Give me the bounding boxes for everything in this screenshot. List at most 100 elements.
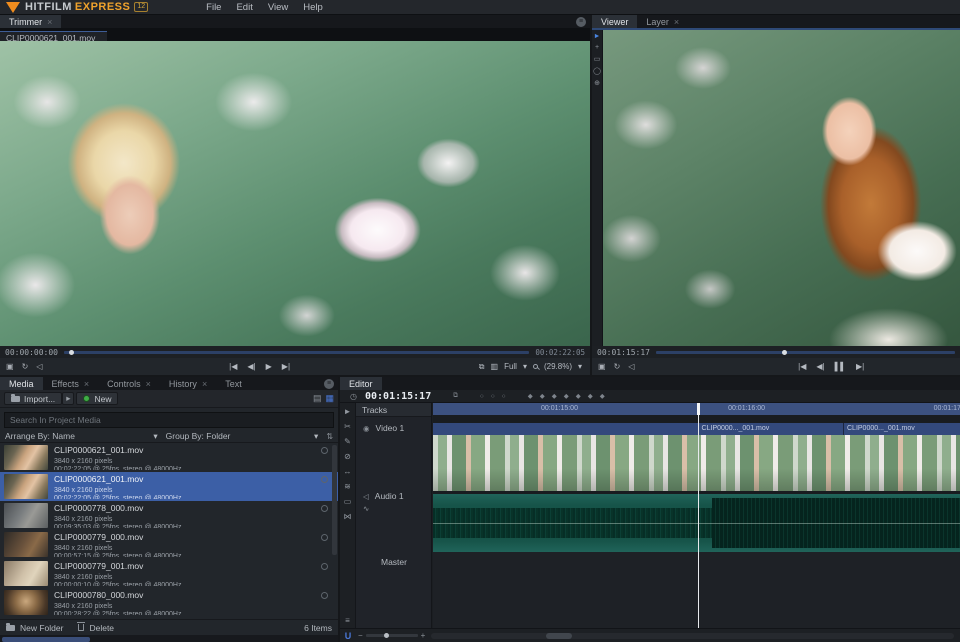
tab-viewer[interactable]: Viewer <box>592 15 637 28</box>
step-back-button[interactable]: ◀| <box>247 362 255 371</box>
list-view-icon[interactable]: ▤ <box>313 393 322 404</box>
editor-toggle-icon[interactable]: ○ <box>480 393 484 400</box>
pen-tool-icon[interactable]: ✎ <box>344 437 351 446</box>
master-track-header[interactable]: Master <box>356 557 431 567</box>
ellipse-mask-tool-icon[interactable]: ◯ <box>593 67 601 75</box>
group-by-dropdown[interactable]: Group By: Folder ▾ <box>166 431 327 442</box>
add-tool-icon[interactable]: + <box>595 44 599 51</box>
panel-menu-icon[interactable]: ≡ <box>324 379 334 389</box>
speaker-icon[interactable]: ◁ <box>363 492 369 501</box>
zoom-level-dropdown[interactable]: (29.8%) <box>544 362 572 371</box>
snapping-icon[interactable]: ⧉ <box>453 392 458 400</box>
tab-layer[interactable]: Layer × <box>637 15 688 28</box>
editor-tool-toggle-icon[interactable]: ◆ <box>528 392 533 400</box>
close-icon[interactable]: × <box>674 17 679 27</box>
timeline-options-icon[interactable]: ≡ <box>345 616 350 625</box>
select-tool-icon[interactable]: ► <box>594 33 601 40</box>
media-hscroll-thumb[interactable] <box>2 637 90 642</box>
slip-tool-icon[interactable]: ⊘ <box>344 452 351 461</box>
chevron-down-icon[interactable]: ▾ <box>578 362 582 371</box>
timeline-hscrollbar[interactable] <box>431 633 954 639</box>
editor-timecode[interactable]: 00:01:15:17 <box>365 391 431 402</box>
menu-view[interactable]: View <box>268 2 288 13</box>
units-toggle[interactable]: U <box>340 631 356 641</box>
step-forward-button[interactable]: ▶| <box>856 362 864 371</box>
clip-status-icon[interactable] <box>321 476 328 483</box>
clip-status-icon[interactable] <box>321 534 328 541</box>
media-row[interactable]: CLIP0000778_000.mov 3840 x 2160 pixels 0… <box>0 501 338 530</box>
zoom-slider-knob[interactable] <box>384 633 389 638</box>
audio-clip-waveform[interactable] <box>433 494 960 552</box>
go-to-start-button[interactable]: |◀ <box>229 362 237 371</box>
close-icon[interactable]: × <box>146 379 151 389</box>
timeline-playhead[interactable] <box>698 403 699 628</box>
editor-tool-toggle-icon[interactable]: ◆ <box>576 392 581 400</box>
new-button[interactable]: New <box>76 392 118 405</box>
trimmer-scrub-line[interactable] <box>64 351 529 354</box>
rect-mask-tool-icon[interactable]: ▭ <box>594 55 601 63</box>
editor-tool-toggle-icon[interactable]: ◆ <box>600 392 605 400</box>
menu-edit[interactable]: Edit <box>236 2 252 13</box>
loop-playback-icon[interactable]: ↻ <box>22 362 29 371</box>
editor-tool-toggle-icon[interactable]: ◆ <box>540 392 545 400</box>
media-row-selected[interactable]: CLIP0000621_001.mov 3840 x 2160 pixels 0… <box>0 472 338 501</box>
zoom-out-icon[interactable]: − <box>358 631 363 640</box>
editor-tool-toggle-icon[interactable]: ◆ <box>588 392 593 400</box>
quality-icon[interactable]: ▥ <box>491 362 499 371</box>
go-to-start-button[interactable]: |◀ <box>798 362 806 371</box>
audio-track-header[interactable]: ◁ Audio 1 <box>356 491 431 501</box>
chevron-down-icon[interactable]: ▾ <box>523 362 527 371</box>
close-icon[interactable]: × <box>202 379 207 389</box>
media-row[interactable]: CLIP0000779_001.mov 3840 x 2160 pixels 0… <box>0 559 338 588</box>
media-row[interactable]: CLIP0000779_000.mov 3840 x 2160 pixels 0… <box>0 530 338 559</box>
clip-status-icon[interactable] <box>321 505 328 512</box>
timeline-hscroll-thumb[interactable] <box>546 633 572 639</box>
tab-trimmer[interactable]: Trimmer × <box>0 15 61 28</box>
select-tool-icon[interactable]: ► <box>344 407 352 416</box>
panel-menu-icon[interactable]: ≡ <box>576 17 586 27</box>
import-button[interactable]: Import... <box>4 392 62 405</box>
video-track-header[interactable]: ◉ Video 1 <box>356 423 431 433</box>
video-clip-filmstrip[interactable] <box>433 435 960 491</box>
clip-status-icon[interactable] <box>321 447 328 454</box>
mute-audio-icon[interactable]: ◁ <box>36 362 42 371</box>
trimmer-playhead-handle[interactable] <box>69 350 74 355</box>
tab-editor[interactable]: Editor <box>340 377 382 390</box>
pause-button[interactable]: ▌▌ <box>835 362 846 371</box>
sort-direction-icon[interactable]: ⇅ <box>326 432 333 441</box>
close-icon[interactable]: × <box>84 379 89 389</box>
rolling-edit-tool-icon[interactable]: ⋈ <box>344 512 352 521</box>
overlay-grid-icon[interactable]: ⧉ <box>479 362 485 372</box>
mute-audio-icon[interactable]: ◁ <box>628 362 634 371</box>
import-dropdown-button[interactable]: ▸ <box>62 392 74 405</box>
media-row[interactable]: CLIP0000621_001.mov 3840 x 2160 pixels 0… <box>0 443 338 472</box>
target-tool-icon[interactable]: ⊕ <box>594 79 600 87</box>
zoom-slider[interactable] <box>366 634 418 637</box>
ripple-tool-icon[interactable]: ≋ <box>344 482 351 491</box>
fit-dropdown[interactable]: Full <box>504 362 517 371</box>
rate-stretch-tool-icon[interactable]: ▭ <box>344 497 352 506</box>
clip-status-icon[interactable] <box>321 592 328 599</box>
editor-tool-toggle-icon[interactable]: ◆ <box>564 392 569 400</box>
slide-tool-icon[interactable]: ↔ <box>344 467 352 476</box>
tab-text[interactable]: Text <box>216 377 251 390</box>
grid-view-icon[interactable]: ▦ <box>325 393 334 404</box>
tab-history[interactable]: History × <box>160 377 216 390</box>
delete-button[interactable]: Delete <box>89 623 114 633</box>
viewer-playhead-handle[interactable] <box>782 350 787 355</box>
tab-effects[interactable]: Effects × <box>43 377 99 390</box>
step-forward-button[interactable]: ▶| <box>282 362 290 371</box>
tab-media[interactable]: Media <box>0 377 43 390</box>
search-input[interactable] <box>4 412 334 428</box>
zoom-in-icon[interactable]: + <box>421 631 426 640</box>
media-hscrollbar[interactable] <box>0 635 338 642</box>
media-row[interactable]: CLIP0000780_000.mov 3840 x 2160 pixels 0… <box>0 588 338 617</box>
step-back-button[interactable]: ◀| <box>816 362 824 371</box>
editor-toggle-icon[interactable]: ○ <box>491 393 495 400</box>
editor-tool-toggle-icon[interactable]: ◆ <box>552 392 557 400</box>
video-clip-bar[interactable]: CLIP0000..._001.mov CLIP0000..._001.mov <box>433 423 960 435</box>
clip-status-icon[interactable] <box>321 563 328 570</box>
media-scrollbar[interactable] <box>332 445 337 555</box>
export-frame-icon[interactable]: ▣ <box>598 362 606 371</box>
close-icon[interactable]: × <box>47 17 52 27</box>
